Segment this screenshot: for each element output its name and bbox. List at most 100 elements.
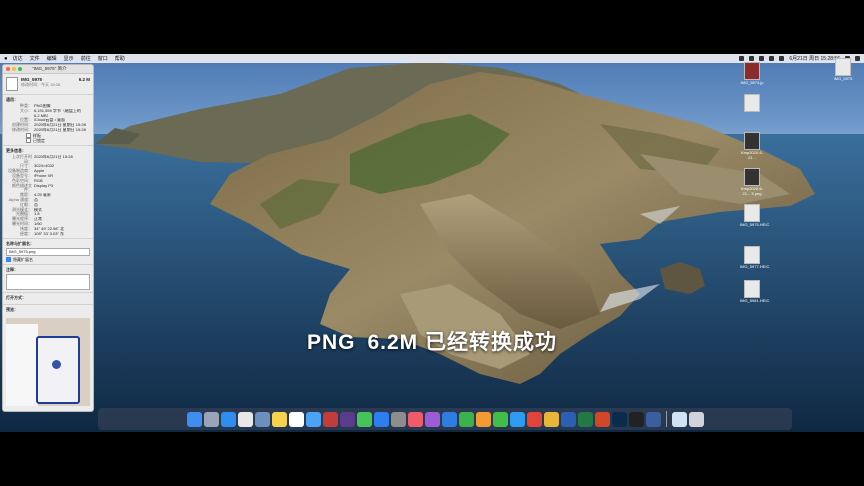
- comments-toggle[interactable]: 注释：: [6, 267, 90, 273]
- terminal-app-icon[interactable]: [628, 411, 644, 427]
- desktop-file-icon[interactable]: IMG_5974.jp: [740, 62, 764, 86]
- desktop-file-icon[interactable]: IMG_5975: [831, 58, 855, 82]
- bluetooth-icon[interactable]: [749, 56, 755, 61]
- caption-format: PNG: [306, 331, 356, 354]
- desktop-file-icon[interactable]: Kmp2020-6-21...: [740, 132, 764, 160]
- desktop-file-icon[interactable]: Kmp2020-6-21... 5.png: [740, 168, 764, 196]
- video-caption: PNG 6.2M 已经转换成功: [0, 326, 864, 356]
- file-thumbnail-icon: [744, 94, 760, 112]
- file-thumbnail-icon: [744, 168, 760, 186]
- menu-view[interactable]: 显示: [64, 55, 74, 62]
- general-row: 修改时间： 2020年6月21日 星期日 15:28: [6, 127, 90, 133]
- catalina-wallpaper: [0, 62, 864, 432]
- photos-app-icon[interactable]: [237, 411, 253, 427]
- safari-app-icon[interactable]: [220, 411, 236, 427]
- open-with-section: 打开方式：: [3, 292, 93, 304]
- dock: [98, 408, 792, 430]
- desktop-file-icon[interactable]: IMG_5977.HEIC: [740, 246, 770, 270]
- menu-file[interactable]: 文件: [30, 55, 40, 62]
- excel-app-icon[interactable]: [577, 411, 593, 427]
- imovie-app-icon[interactable]: [339, 411, 355, 427]
- hide-extension-checkbox[interactable]: 隐藏扩展名: [6, 257, 90, 263]
- locked-checkbox[interactable]: 已锁定: [6, 137, 90, 143]
- input-method-icon[interactable]: [779, 56, 785, 61]
- get-info-window: "IMG_5975" 简介 IMG_5975 修改时间：今天 15:28 6.2…: [2, 64, 94, 412]
- comments-field[interactable]: [6, 274, 90, 291]
- more-info-toggle[interactable]: 更多信息：: [6, 148, 90, 154]
- name-section: 名称与扩展名： IMG_5975.png 隐藏扩展名: [3, 238, 93, 264]
- close-button[interactable]: [6, 67, 10, 71]
- desktop-screen: ● 访达 文件 编辑 显示 前往 窗口 帮助 6月21日 周日 15:28:56…: [0, 54, 864, 432]
- finder-app-icon[interactable]: [186, 411, 202, 427]
- weibo-app-icon[interactable]: [526, 411, 542, 427]
- podcasts-app-icon[interactable]: [424, 411, 440, 427]
- name-extension-field[interactable]: IMG_5975.png: [6, 248, 90, 257]
- menu-finder[interactable]: 访达: [13, 55, 23, 62]
- mail-app-icon[interactable]: [305, 411, 321, 427]
- wifi-icon[interactable]: [739, 56, 745, 61]
- volume-icon[interactable]: [759, 56, 765, 61]
- desktop-file-icon[interactable]: [740, 94, 764, 113]
- powerpoint-app-icon[interactable]: [594, 411, 610, 427]
- messages-app-icon[interactable]: [356, 411, 372, 427]
- settings-app-icon[interactable]: [390, 411, 406, 427]
- file-size: 6.2 M: [78, 77, 90, 82]
- name-toggle[interactable]: 名称与扩展名：: [6, 241, 90, 247]
- general-toggle[interactable]: 通用：: [6, 97, 90, 103]
- numbers-app-icon[interactable]: [458, 411, 474, 427]
- caption-message: 已经转换成功: [425, 331, 558, 354]
- preview-app-icon[interactable]: [254, 411, 270, 427]
- file-thumbnail-icon: [744, 204, 760, 222]
- window-title: "IMG_5975" 简介: [32, 66, 67, 71]
- zoom-button[interactable]: [18, 67, 22, 71]
- word-app-icon[interactable]: [560, 411, 576, 427]
- control-center-icon[interactable]: [855, 56, 860, 61]
- downloads-stack-icon[interactable]: [671, 411, 687, 427]
- notes-app-icon[interactable]: [271, 411, 287, 427]
- chrome-app-icon[interactable]: [543, 411, 559, 427]
- pages-app-icon[interactable]: [475, 411, 491, 427]
- dock-separator: [665, 411, 667, 427]
- apple-icon[interactable]: ●: [4, 56, 8, 62]
- more-info-section: 更多信息： 上次打开时间： 2020年6月21日 15:28 尺寸： 3024×403…: [3, 144, 93, 239]
- keynote-app-icon[interactable]: [441, 411, 457, 427]
- desktop-file-label: Kmp2020-6-21... 5.png: [740, 186, 763, 196]
- modified-short: 修改时间：今天 15:28: [21, 82, 61, 87]
- menu-bar: ● 访达 文件 编辑 显示 前往 窗口 帮助 6月21日 周日 15:28:56: [0, 54, 864, 63]
- window-titlebar: "IMG_5975" 简介: [3, 65, 93, 74]
- photoshop-app-icon[interactable]: [611, 411, 627, 427]
- comments-section: 注释：: [3, 264, 93, 292]
- preview-toggle[interactable]: 预览：: [6, 307, 90, 313]
- file-thumbnail-icon: [744, 132, 760, 150]
- more-info-row: 上次打开时间： 2020年6月21日 15:28: [6, 154, 90, 165]
- calendar-app-icon[interactable]: [288, 411, 304, 427]
- more-info-row: 颜色描述文件： Display P3: [6, 183, 90, 194]
- desktop-file-icon[interactable]: IMG_5975.HEIC: [740, 204, 770, 228]
- photobooth-app-icon[interactable]: [322, 411, 338, 427]
- menu-help[interactable]: 帮助: [115, 55, 125, 62]
- preview-section: 预览：: [3, 304, 93, 316]
- menu-edit[interactable]: 编辑: [47, 55, 57, 62]
- trash-app-icon[interactable]: [688, 411, 704, 427]
- battery-icon[interactable]: [769, 56, 775, 61]
- desktop-file-label: IMG_5974.jp: [740, 80, 764, 85]
- general-section: 通用： 种类： PNG图像 大小： 6,191,559 字节（磁盘上的 6.2 MB）位…: [3, 94, 93, 145]
- appstore-app-icon[interactable]: [373, 411, 389, 427]
- file-thumbnail-icon: [835, 58, 851, 76]
- menu-go[interactable]: 前往: [81, 55, 91, 62]
- info-value: 2020年6月21日 15:28: [34, 154, 73, 159]
- music-app-icon[interactable]: [407, 411, 423, 427]
- quicktime-app-icon[interactable]: [645, 411, 661, 427]
- qq-app-icon[interactable]: [509, 411, 525, 427]
- desktop-file-label: IMG_5977.HEIC: [740, 264, 770, 269]
- desktop-file-label: IMG_5975: [833, 76, 853, 81]
- desktop-file-label: IMG_5975.HEIC: [740, 222, 770, 227]
- png-file-icon: [6, 77, 18, 91]
- launchpad-app-icon[interactable]: [203, 411, 219, 427]
- wechat-app-icon[interactable]: [492, 411, 508, 427]
- minimize-button[interactable]: [12, 67, 16, 71]
- menu-window[interactable]: 窗口: [98, 55, 108, 62]
- info-value: 2020年6月21日 星期日 15:28: [34, 127, 86, 132]
- desktop-file-icon[interactable]: IMG_5981.HEIC: [740, 280, 769, 304]
- open-with-toggle[interactable]: 打开方式：: [6, 295, 90, 301]
